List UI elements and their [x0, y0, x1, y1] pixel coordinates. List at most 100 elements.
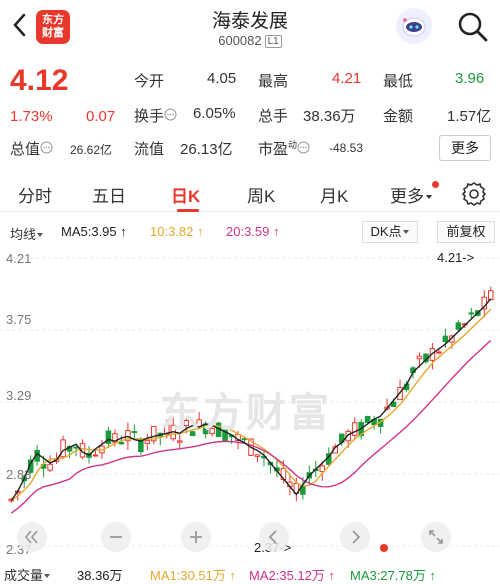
active-tab-underline — [177, 209, 199, 212]
expand-icon — [429, 530, 443, 544]
candle-body — [131, 431, 138, 434]
vol-ma2: MA2:35.12万 ↑ — [249, 568, 335, 583]
candle-body — [92, 454, 99, 457]
candle-body — [47, 463, 53, 471]
tab-more-label: 更多 — [390, 187, 424, 206]
ma5-value: MA5:3.95 ↑ — [61, 224, 127, 239]
gear-icon[interactable] — [461, 181, 487, 207]
ma-type-label: 均线 — [10, 227, 37, 242]
open-label: 今开 — [134, 73, 165, 90]
low-label: 最低 — [383, 73, 414, 90]
period-tabs: 分时 五日 日K 周K 月K 更多 — [0, 172, 500, 212]
high-value: 4.21 — [332, 70, 362, 87]
tab-weekly-k[interactable]: 周K — [247, 182, 275, 207]
candle-body — [442, 335, 449, 342]
amount-value: 1.57亿 — [447, 108, 492, 125]
ma-bar: 均线 MA5:3.95 ↑ 10:3.82 ↑ 20:3.59 ↑ DK点 前复… — [0, 218, 500, 246]
dk-label: DK点 — [370, 224, 402, 239]
robot-assistant-icon[interactable] — [396, 8, 432, 44]
candle-body — [436, 351, 442, 354]
change-amount: 0.07 — [86, 108, 116, 125]
triangle-down-icon — [37, 233, 44, 237]
search-icon[interactable] — [456, 10, 490, 44]
tab-monthly-k[interactable]: 月K — [320, 182, 348, 207]
volume-value-label: 38.36万 — [77, 568, 123, 583]
tab-5day[interactable]: 五日 — [92, 182, 126, 207]
y-label-top: 4.21 — [6, 251, 32, 266]
candle-body — [60, 439, 66, 458]
next-button[interactable] — [340, 522, 370, 552]
triangle-down-icon — [402, 230, 409, 234]
mktcap-value: 26.62亿 — [70, 143, 113, 157]
ma-type-select[interactable]: 均线 — [10, 224, 44, 243]
header-bar: 东方 财富 海泰发展 600082 L1 — [0, 0, 500, 58]
chevron-right-icon — [352, 530, 361, 544]
candle-body — [118, 441, 125, 445]
mktcap-label-text: 总值 — [10, 141, 41, 158]
notification-dot — [432, 181, 439, 188]
plus-icon — [190, 531, 202, 543]
latest-dot — [380, 544, 388, 552]
candle-body — [468, 312, 475, 315]
info-icon — [40, 141, 53, 154]
candle-body — [487, 290, 494, 301]
vol-ma3: MA3:27.78万 ↑ — [350, 568, 436, 583]
mktcap-label[interactable]: 总值 — [10, 138, 53, 159]
tab-more[interactable]: 更多 — [390, 182, 434, 207]
float-value: 26.13亿 — [180, 141, 233, 158]
adjust-button[interactable]: 前复权 — [437, 221, 495, 243]
volume-bar: 成交量 38.36万 MA1:30.51万 ↑ MA2:35.12万 ↑ MA3… — [0, 562, 500, 583]
info-icon — [297, 141, 310, 154]
scroll-left-button[interactable] — [17, 522, 47, 552]
turnover-label-text: 换手 — [134, 108, 165, 125]
open-value: 4.05 — [207, 70, 237, 87]
candle-body — [176, 440, 183, 443]
candle-body — [254, 454, 261, 457]
pe-value: -48.53 — [329, 141, 364, 155]
float-label: 流值 — [134, 141, 165, 158]
candle-body — [144, 439, 151, 444]
volume-label: 成交量 — [4, 568, 44, 583]
candle-body — [416, 355, 423, 360]
zoom-out-button[interactable] — [101, 522, 131, 552]
y-label-3: 3.29 — [6, 388, 32, 403]
high-label: 最高 — [258, 73, 289, 90]
double-chevron-left-icon — [24, 530, 38, 544]
ma20-value: 20:3.59 ↑ — [226, 224, 280, 239]
candle-body — [455, 322, 462, 330]
pe-label-text: 市盈 — [258, 141, 289, 158]
vol-ma1: MA1:30.51万 ↑ — [150, 568, 236, 583]
change-percent: 1.73% — [10, 108, 53, 125]
ma10-value: 10:3.82 ↑ — [150, 224, 204, 239]
level-badge[interactable]: L1 — [264, 35, 282, 48]
tab-daily-k[interactable]: 日K — [171, 182, 200, 207]
low-value: 3.96 — [455, 70, 485, 87]
dk-point-button[interactable]: DK点 — [362, 221, 418, 243]
triangle-down-icon — [44, 574, 51, 578]
turnover-value: 6.05% — [193, 105, 236, 122]
stock-code: 600082 — [218, 33, 262, 48]
y-label-2: 3.75 — [6, 312, 32, 327]
chevron-left-icon — [268, 530, 277, 544]
candle-body — [351, 422, 358, 436]
minus-icon — [110, 536, 122, 538]
candle-body — [364, 416, 371, 423]
y-label-4: 2.83 — [6, 467, 32, 482]
info-icon — [164, 108, 177, 121]
prev-button[interactable] — [259, 522, 289, 552]
zoom-in-button[interactable] — [181, 522, 211, 552]
triangle-down-icon — [426, 195, 432, 199]
more-button[interactable]: 更多 — [439, 135, 491, 161]
tab-intraday[interactable]: 分时 — [18, 182, 52, 207]
volume-label: 总手 — [258, 108, 289, 125]
turnover-label[interactable]: 换手 — [134, 105, 177, 126]
volume-select[interactable]: 成交量 — [4, 565, 51, 584]
pe-sup: 动 — [288, 140, 298, 150]
current-price: 4.12 — [10, 64, 69, 97]
volume-value: 38.36万 — [303, 108, 356, 125]
pe-label[interactable]: 市盈动 — [258, 138, 310, 159]
fullscreen-button[interactable] — [421, 522, 451, 552]
watermark: 东方财富 — [160, 391, 332, 435]
amount-label: 金额 — [383, 108, 414, 125]
max-marker: 4.21-> — [437, 250, 475, 265]
